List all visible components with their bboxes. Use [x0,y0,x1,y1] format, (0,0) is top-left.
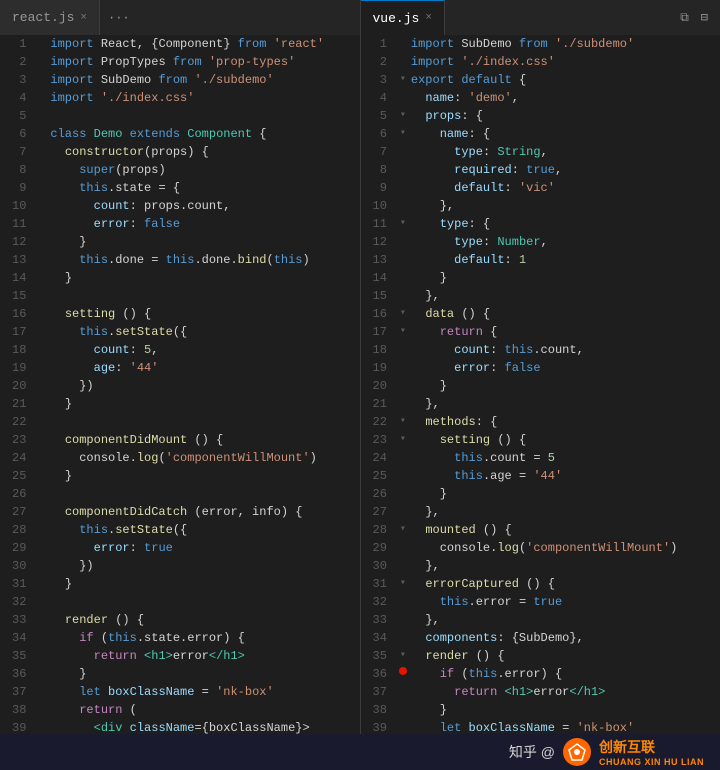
logo-main-text: 创新互联 CHUANG XIN HU LIAN [599,737,704,767]
right-editor-pane: 1234567891011121314151617181920212223242… [361,35,720,734]
tab-more-left[interactable]: ··· [100,0,138,35]
left-line-numbers: 1234567891011121314151617181920212223242… [0,35,34,734]
tab-vue-js[interactable]: vue.js × [361,0,445,35]
right-tab-icons: ⧉ ⊟ [668,0,720,35]
watermark-text: 知乎 @ [509,742,555,762]
tab-react-js[interactable]: react.js × [0,0,100,35]
watermark-bar: 知乎 @ 创新互联 CHUANG XIN HU LIAN [0,734,720,770]
react-tab-close[interactable]: × [80,12,87,24]
tab-bar: react.js × ··· vue.js × ⧉ ⊟ [0,0,720,35]
vue-tab-close[interactable]: × [425,12,432,24]
logo-cn-text: 创新互联 [599,737,704,757]
watermark-logo: 创新互联 CHUANG XIN HU LIAN [599,737,704,767]
logo-circle [563,738,591,766]
vue-tab-label: vue.js [373,11,420,26]
left-fold-indicators [34,35,50,734]
left-tab-group: react.js × ··· [0,0,361,35]
left-code-content: 1234567891011121314151617181920212223242… [0,35,360,734]
react-tab-label: react.js [12,10,74,25]
right-code-lines[interactable]: import SubDemo from './subdemo'import '.… [411,35,720,734]
collapse-icon[interactable]: ⊟ [697,8,712,27]
left-editor-pane: 1234567891011121314151617181920212223242… [0,35,361,734]
left-code-lines[interactable]: import React, {Component} from 'react'im… [50,35,359,734]
editor-area: 1234567891011121314151617181920212223242… [0,35,720,734]
right-fold-indicators: ▾▾▾▾▾▾▾▾▾▾▾▾▾▾ [395,35,411,734]
split-editor-icon[interactable]: ⧉ [676,9,693,27]
right-tab-group: vue.js × ⧉ ⊟ [361,0,720,35]
logo-en-text: CHUANG XIN HU LIAN [599,757,704,767]
right-code-content: 1234567891011121314151617181920212223242… [361,35,720,734]
right-line-numbers: 1234567891011121314151617181920212223242… [361,35,395,734]
